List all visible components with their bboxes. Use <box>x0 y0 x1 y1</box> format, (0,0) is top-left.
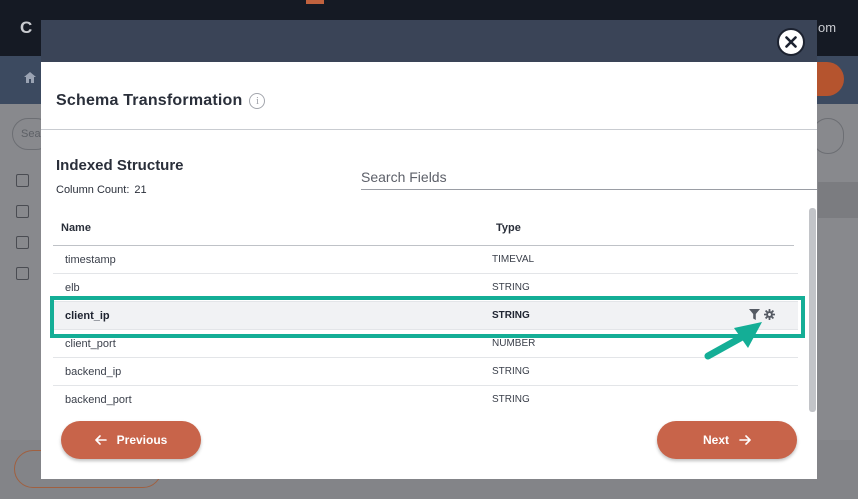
search-fields-input[interactable] <box>361 167 817 190</box>
table-scrollbar[interactable] <box>809 208 816 412</box>
background-checkbox <box>16 267 29 280</box>
background-accent-bar <box>306 0 324 4</box>
column-count-value: 21 <box>134 184 147 196</box>
background-checkbox <box>16 236 29 249</box>
background-checkbox <box>16 205 29 218</box>
next-button[interactable]: Next <box>657 421 797 459</box>
table-header: Name Type <box>53 220 794 246</box>
close-button[interactable] <box>777 28 805 56</box>
table-row-selected[interactable]: client_ip STRING <box>53 302 798 330</box>
field-type: STRING <box>492 366 530 377</box>
field-name: elb <box>65 282 80 294</box>
title-divider <box>41 129 817 130</box>
home-icon <box>24 72 36 86</box>
arrow-right-icon <box>739 435 751 445</box>
modal-title: Schema Transformation <box>56 92 243 109</box>
background-email: om <box>818 20 837 35</box>
previous-button-label: Previous <box>116 433 168 447</box>
field-type: STRING <box>492 282 530 293</box>
table-row[interactable]: client_port NUMBER <box>53 330 798 358</box>
arrow-left-icon <box>94 435 107 445</box>
modal-title-row: Schema Transformation i <box>56 92 266 110</box>
close-icon <box>785 36 797 48</box>
field-name: backend_port <box>65 394 132 406</box>
field-name: timestamp <box>65 254 116 266</box>
field-name: client_ip <box>65 310 110 322</box>
previous-button[interactable]: Previous <box>61 421 201 459</box>
table-row[interactable]: timestamp TIMEVAL <box>53 246 798 274</box>
info-icon[interactable]: i <box>249 93 266 109</box>
next-button-label: Next <box>702 433 729 447</box>
field-type: TIMEVAL <box>492 254 535 265</box>
table-row[interactable]: backend_ip STRING <box>53 358 798 386</box>
field-type: STRING <box>492 394 530 405</box>
field-type: NUMBER <box>492 338 536 349</box>
table-row[interactable]: backend_port STRING <box>53 386 798 414</box>
column-count: Column Count: 21 <box>56 184 147 196</box>
modal-header-bar <box>41 20 817 62</box>
field-name: client_port <box>65 338 116 350</box>
schema-transformation-modal: Schema Transformation i Indexed Structur… <box>41 20 817 479</box>
section-title: Indexed Structure <box>56 157 184 174</box>
column-header-type[interactable]: Type <box>496 222 521 234</box>
field-name: backend_ip <box>65 366 122 378</box>
background-side-panel <box>818 182 858 218</box>
table-row[interactable]: elb STRING <box>53 274 798 302</box>
background-checkbox <box>16 174 29 187</box>
column-header-name[interactable]: Name <box>61 222 91 234</box>
field-type: STRING <box>492 310 530 321</box>
column-count-label: Column Count: <box>56 184 130 196</box>
pointer-arrow-icon <box>704 322 762 360</box>
